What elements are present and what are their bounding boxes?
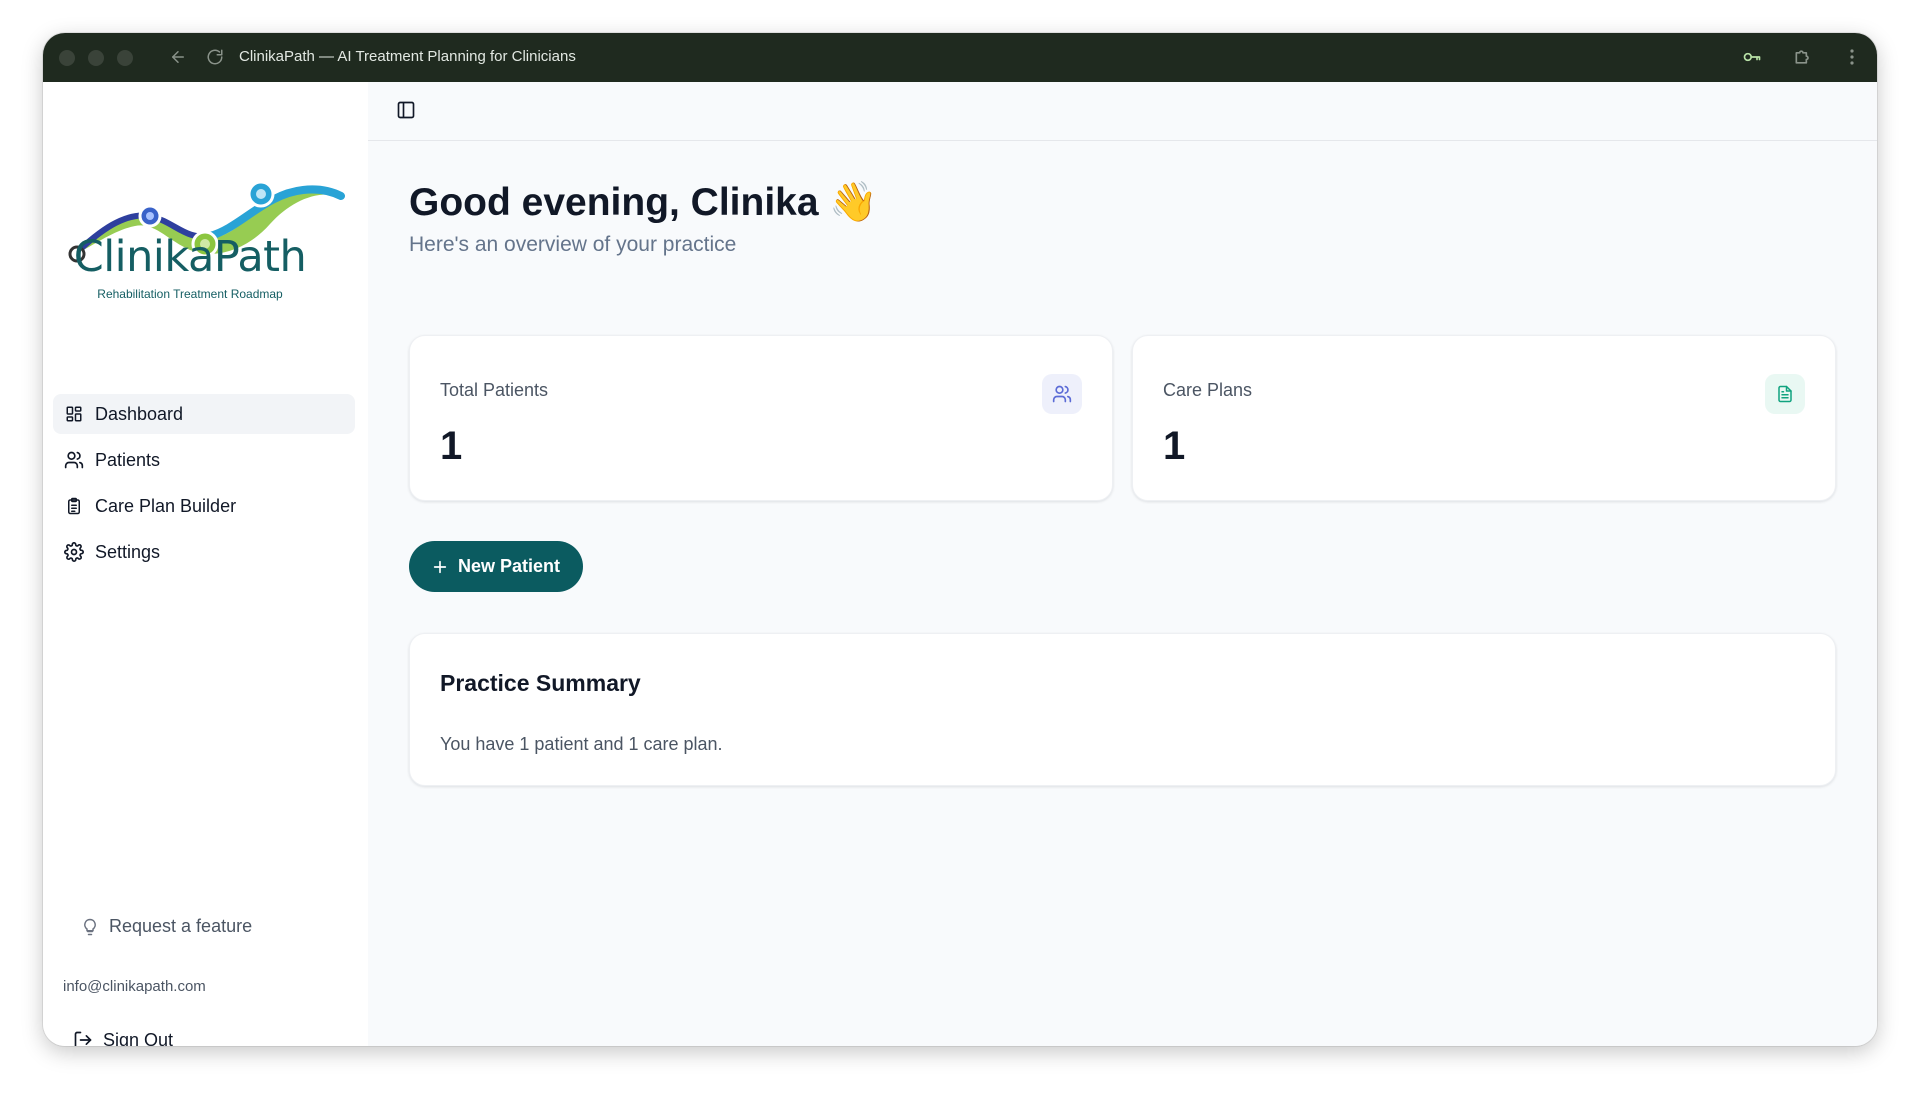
stat-label: Care Plans bbox=[1163, 380, 1253, 400]
more-options-icon[interactable] bbox=[1839, 44, 1865, 70]
window-close-button[interactable] bbox=[59, 50, 75, 66]
request-feature-link[interactable]: Request a feature bbox=[81, 916, 252, 937]
browser-titlebar: ClinikaPath — AI Treatment Planning for … bbox=[43, 33, 1877, 82]
reload-icon[interactable] bbox=[202, 44, 228, 70]
new-patient-button[interactable]: New Patient bbox=[409, 541, 583, 592]
stat-value: 1 bbox=[1163, 424, 1186, 468]
logo-tagline: Rehabilitation Treatment Roadmap bbox=[97, 287, 283, 301]
browser-window: ClinikaPath — AI Treatment Planning for … bbox=[43, 33, 1877, 1046]
page-title: Good evening, Clinika 👋 bbox=[409, 181, 878, 224]
sidebar-item-care-plan-builder[interactable]: Care Plan Builder bbox=[53, 486, 355, 526]
practice-summary-card: Practice Summary You have 1 patient and … bbox=[409, 633, 1836, 786]
key-icon[interactable] bbox=[1739, 44, 1765, 70]
logo-wordmark: ClinikaPath bbox=[73, 232, 307, 282]
users-icon bbox=[1042, 374, 1082, 414]
logout-icon bbox=[73, 1030, 93, 1046]
page-tab-title: ClinikaPath — AI Treatment Planning for … bbox=[239, 48, 576, 65]
new-patient-label: New Patient bbox=[457, 556, 561, 576]
sidebar-item-patients[interactable]: Patients bbox=[53, 440, 355, 480]
user-email: info@clinikapath.com bbox=[63, 978, 206, 995]
sidebar-item-label: Patients bbox=[95, 449, 161, 470]
sidebar-toggle-icon[interactable] bbox=[396, 100, 418, 122]
plus-icon bbox=[432, 559, 448, 575]
summary-title: Practice Summary bbox=[440, 670, 641, 696]
window-minimize-button[interactable] bbox=[88, 50, 104, 66]
extensions-icon[interactable] bbox=[1790, 44, 1816, 70]
top-bar bbox=[368, 82, 1877, 141]
back-arrow-icon[interactable] bbox=[165, 44, 191, 70]
summary-text: You have 1 patient and 1 care plan. bbox=[440, 734, 723, 754]
sidebar-item-label: Settings bbox=[95, 541, 161, 562]
clipboard-icon bbox=[63, 495, 85, 517]
main-content: Good evening, Clinika 👋 Here's an overvi… bbox=[368, 82, 1877, 1046]
request-feature-label: Request a feature bbox=[109, 916, 253, 936]
stat-value: 1 bbox=[440, 424, 463, 468]
sidebar-item-settings[interactable]: Settings bbox=[53, 532, 355, 572]
sidebar-item-dashboard[interactable]: Dashboard bbox=[53, 394, 355, 434]
users-icon bbox=[63, 449, 85, 471]
stat-label: Total Patients bbox=[440, 380, 549, 400]
page-subtitle: Here's an overview of your practice bbox=[409, 233, 737, 256]
clinikapath-logo[interactable]: ClinikaPath Rehabilitation Treatment Roa… bbox=[65, 132, 355, 322]
lightbulb-icon bbox=[81, 917, 99, 937]
sign-out-label: Sign Out bbox=[103, 1029, 174, 1047]
stat-card-care-plans: Care Plans 1 bbox=[1132, 335, 1836, 501]
sidebar-item-label: Dashboard bbox=[95, 403, 184, 424]
sign-out-button[interactable]: Sign Out bbox=[73, 1020, 173, 1046]
gear-icon bbox=[63, 541, 85, 563]
dashboard-icon bbox=[63, 403, 85, 425]
sidebar: ClinikaPath Rehabilitation Treatment Roa… bbox=[43, 82, 369, 1046]
window-zoom-button[interactable] bbox=[117, 50, 133, 66]
document-icon bbox=[1765, 374, 1805, 414]
sidebar-item-label: Care Plan Builder bbox=[95, 495, 237, 516]
stat-card-total-patients: Total Patients 1 bbox=[409, 335, 1113, 501]
